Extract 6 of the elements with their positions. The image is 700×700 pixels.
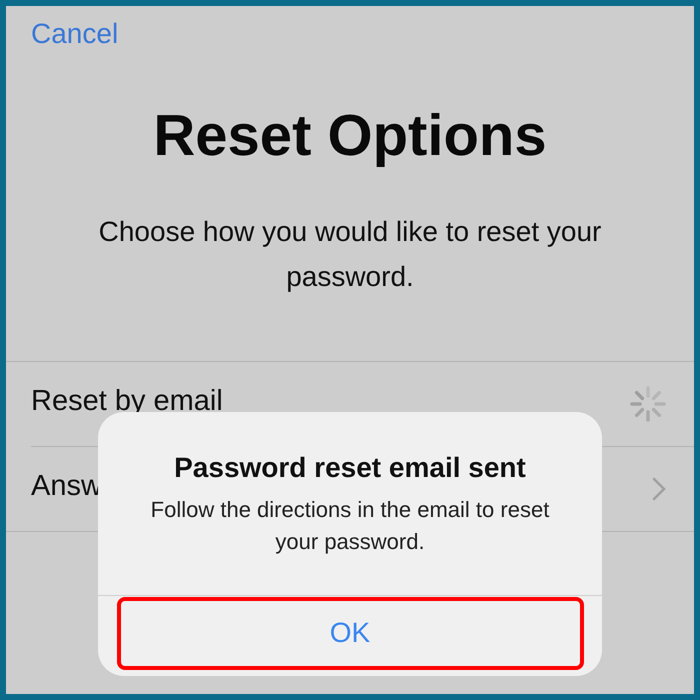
alert-title: Password reset email sent bbox=[173, 452, 527, 484]
page-title: Reset Options bbox=[152, 102, 548, 169]
alert-message: Follow the directions in the email to reset your password. bbox=[150, 496, 550, 556]
spinner-icon bbox=[630, 386, 666, 422]
page-subtitle: Choose how you would like to reset your password. bbox=[98, 215, 602, 294]
chevron-icon bbox=[652, 477, 666, 501]
